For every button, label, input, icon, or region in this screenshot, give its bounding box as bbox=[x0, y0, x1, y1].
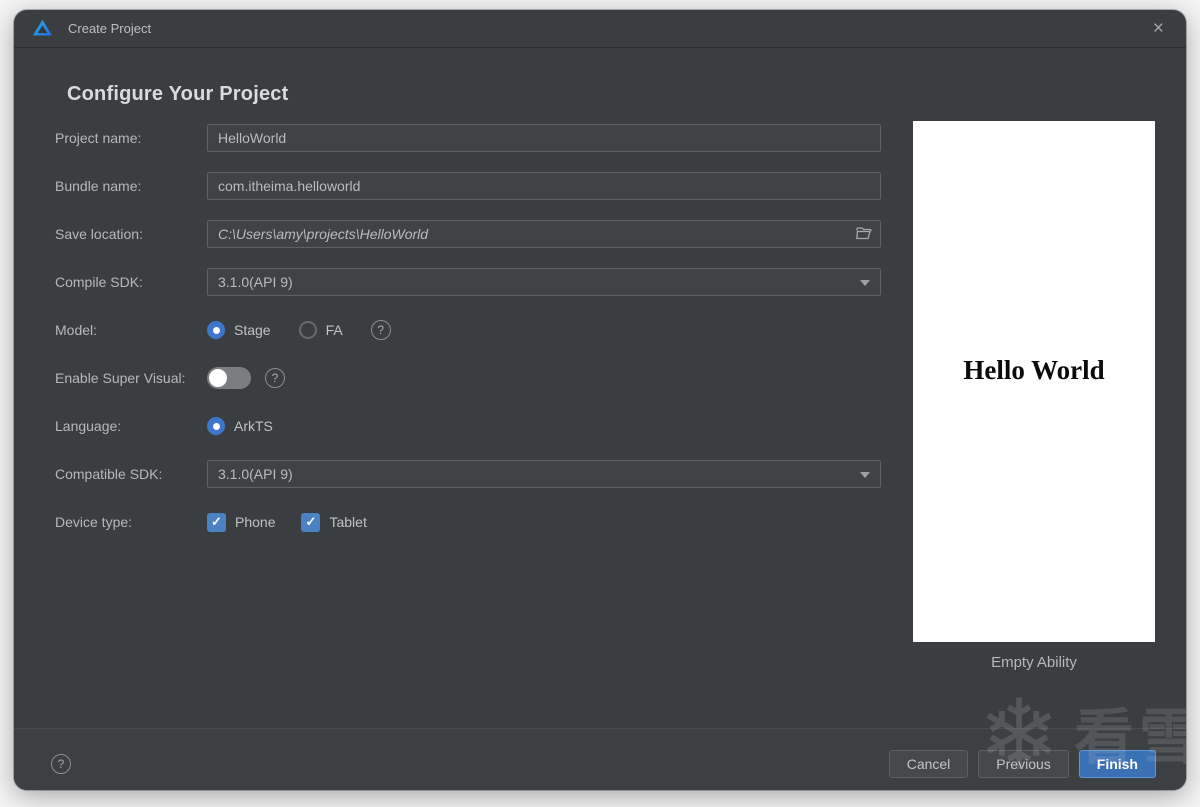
enable-super-visual-row: Enable Super Visual: bbox=[55, 364, 881, 392]
language-label: Language: bbox=[55, 418, 122, 434]
preview-caption: Empty Ability bbox=[991, 654, 1077, 671]
compile-sdk-label: Compile SDK: bbox=[55, 274, 143, 290]
help-icon[interactable] bbox=[51, 754, 71, 774]
create-project-dialog: Create Project × Configure Your Project … bbox=[14, 10, 1186, 790]
model-row: Model: Stage FA bbox=[55, 316, 881, 344]
footer-bar: Cancel Previous Finish bbox=[14, 728, 1186, 790]
compatible-sdk-value: 3.1.0(API 9) bbox=[218, 466, 293, 482]
compile-sdk-dropdown[interactable]: 3.1.0(API 9) bbox=[207, 268, 881, 296]
window-title: Create Project bbox=[68, 21, 152, 36]
previous-button[interactable]: Previous bbox=[978, 750, 1069, 778]
bundle-name-row: Bundle name: bbox=[55, 172, 881, 200]
tablet-checkbox[interactable] bbox=[301, 512, 321, 532]
title-bar: Create Project × bbox=[14, 10, 1186, 48]
save-location-label: Save location: bbox=[55, 226, 143, 242]
compatible-sdk-label: Compatible SDK: bbox=[55, 466, 163, 482]
model-fa-radio[interactable] bbox=[298, 321, 317, 339]
compile-sdk-value: 3.1.0(API 9) bbox=[218, 274, 293, 290]
project-name-label: Project name: bbox=[55, 130, 142, 146]
model-help-icon[interactable] bbox=[370, 320, 391, 340]
language-row: Language: ArkTS bbox=[55, 412, 881, 440]
project-name-row: Project name: bbox=[55, 124, 881, 152]
model-label: Model: bbox=[55, 322, 98, 338]
model-stage-label[interactable]: Stage bbox=[234, 322, 271, 338]
footer-buttons: Cancel Previous Finish bbox=[888, 750, 1156, 778]
preview-hello-world-text: Hello World bbox=[963, 355, 1105, 385]
close-icon[interactable]: × bbox=[1149, 17, 1168, 40]
device-type-row: Device type: Phone Tablet bbox=[55, 508, 881, 536]
chevron-down-icon bbox=[860, 280, 870, 286]
toggle-knob bbox=[209, 369, 227, 387]
page-title: Configure Your Project bbox=[67, 83, 289, 105]
model-fa-label[interactable]: FA bbox=[326, 322, 343, 338]
tablet-label[interactable]: Tablet bbox=[329, 514, 366, 530]
bundle-name-label: Bundle name: bbox=[55, 178, 142, 194]
device-type-label: Device type: bbox=[55, 514, 133, 530]
finish-button[interactable]: Finish bbox=[1078, 750, 1156, 778]
save-location-input[interactable] bbox=[207, 220, 881, 248]
compatible-sdk-dropdown[interactable]: 3.1.0(API 9) bbox=[207, 460, 881, 488]
bundle-name-input[interactable] bbox=[207, 172, 881, 200]
model-stage-radio[interactable] bbox=[207, 321, 225, 339]
project-config-form: Project name: Bundle name: Save location… bbox=[55, 124, 881, 556]
super-visual-toggle[interactable] bbox=[207, 367, 251, 389]
deveco-studio-logo-icon bbox=[32, 19, 53, 36]
folder-open-icon[interactable] bbox=[855, 225, 873, 243]
ability-preview-panel: Hello World bbox=[913, 121, 1155, 642]
compatible-sdk-row: Compatible SDK: 3.1.0(API 9) bbox=[55, 460, 881, 488]
language-arkts-radio[interactable] bbox=[207, 417, 225, 435]
project-name-input[interactable] bbox=[207, 124, 881, 152]
phone-label[interactable]: Phone bbox=[235, 514, 275, 530]
phone-checkbox[interactable] bbox=[207, 512, 226, 532]
language-arkts-label[interactable]: ArkTS bbox=[234, 418, 273, 434]
enable-super-visual-label: Enable Super Visual: bbox=[55, 370, 186, 386]
chevron-down-icon bbox=[860, 472, 870, 478]
compile-sdk-row: Compile SDK: 3.1.0(API 9) bbox=[55, 268, 881, 296]
save-location-row: Save location: bbox=[55, 220, 881, 248]
super-visual-help-icon[interactable] bbox=[265, 368, 285, 388]
cancel-button[interactable]: Cancel bbox=[888, 750, 969, 778]
